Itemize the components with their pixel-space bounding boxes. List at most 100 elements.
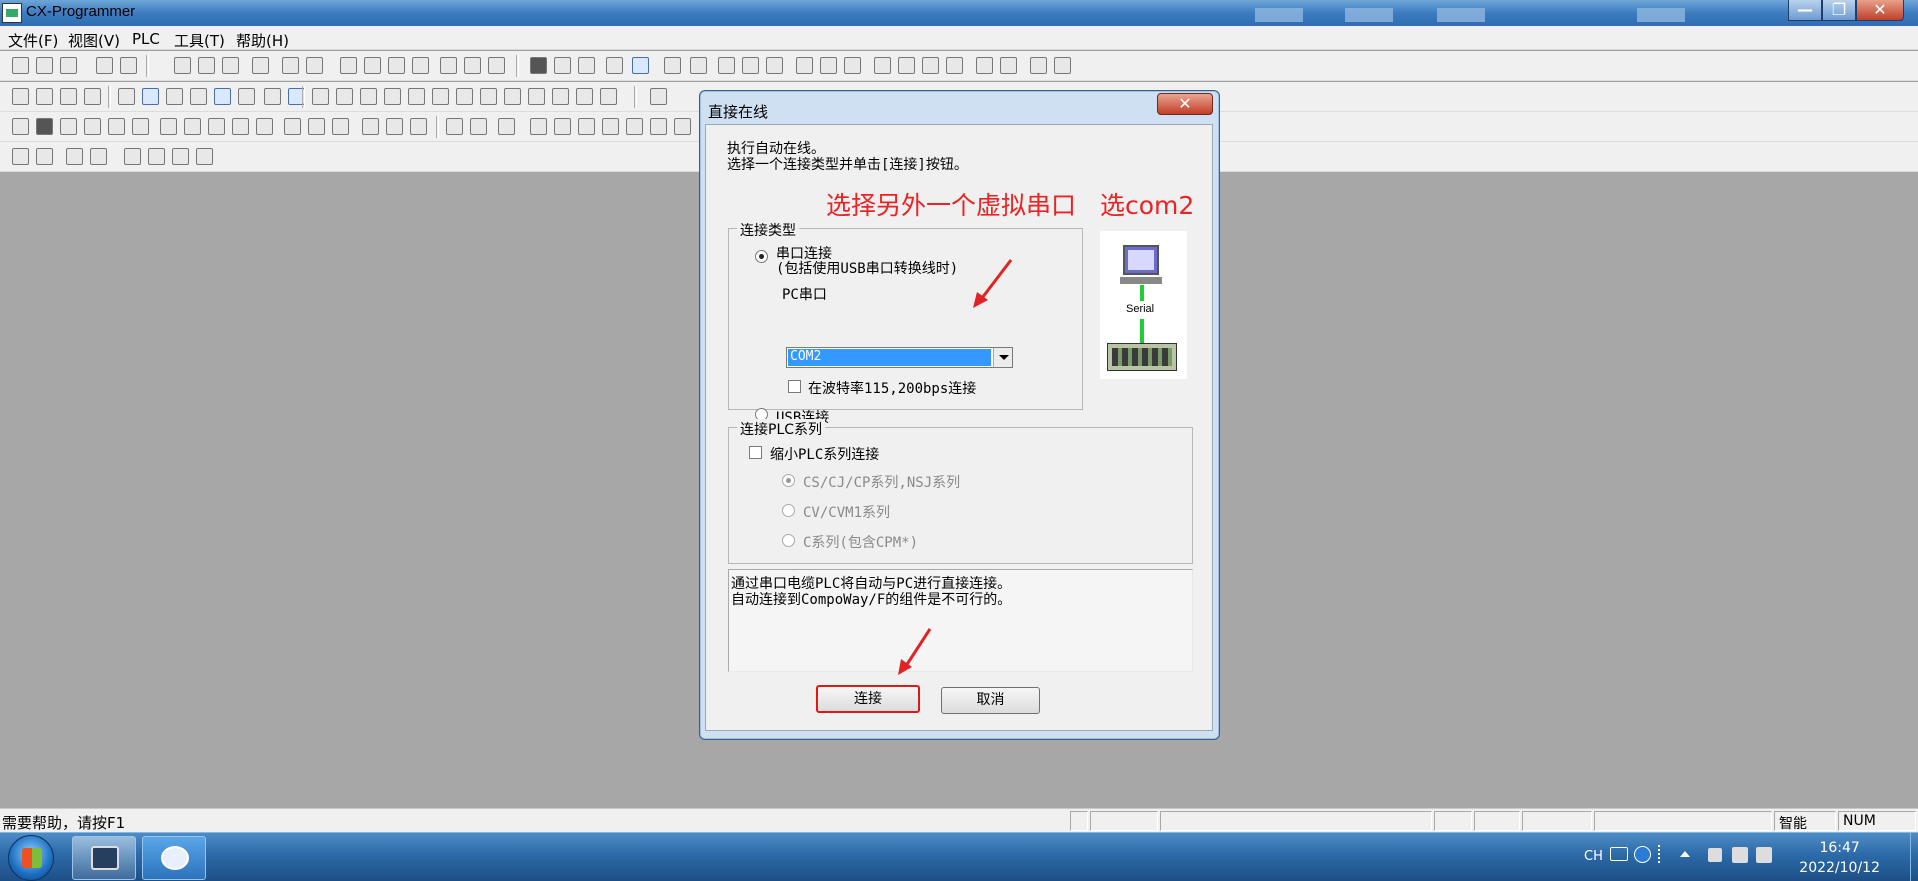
help-icon[interactable]	[464, 57, 481, 74]
transfer-icon[interactable]	[632, 57, 649, 74]
stop-icon[interactable]	[602, 118, 619, 135]
cross-ref-icon[interactable]	[388, 57, 405, 74]
pc-icon[interactable]	[552, 88, 569, 105]
mnemonic-icon[interactable]	[214, 88, 231, 105]
watch-icon[interactable]	[60, 118, 77, 135]
diagram-tool-icon[interactable]	[650, 88, 667, 105]
output-icon[interactable]	[36, 118, 53, 135]
volume-icon[interactable]	[1708, 848, 1722, 862]
edit-online-icon[interactable]	[446, 118, 463, 135]
table-icon[interactable]	[238, 88, 255, 105]
redo-icon[interactable]	[306, 57, 323, 74]
minimize-button[interactable]: —	[1788, 0, 1822, 21]
menu-plc[interactable]: PLC	[132, 30, 160, 48]
view-icon[interactable]	[184, 118, 201, 135]
series-cv-radio[interactable]	[782, 504, 795, 517]
diff-icon[interactable]	[976, 57, 993, 74]
step-icon[interactable]	[530, 118, 547, 135]
step-in-icon[interactable]	[650, 118, 667, 135]
coil-no-icon[interactable]	[480, 88, 497, 105]
comment-icon[interactable]	[66, 148, 83, 165]
upload-plc-icon[interactable]	[362, 118, 379, 135]
info-icon[interactable]	[440, 57, 457, 74]
download-plc-icon[interactable]	[386, 118, 403, 135]
delete-line-icon[interactable]	[600, 88, 617, 105]
memory-icon[interactable]	[256, 118, 273, 135]
port-select[interactable]: COM2	[786, 347, 1013, 368]
chevron-down-icon[interactable]	[993, 348, 1012, 367]
io-icon[interactable]	[898, 57, 915, 74]
bookmark-prev-icon[interactable]	[172, 148, 189, 165]
pause-icon[interactable]	[690, 57, 707, 74]
compare-plc-icon[interactable]	[410, 118, 427, 135]
address-icon[interactable]	[84, 118, 101, 135]
download-icon[interactable]	[742, 57, 759, 74]
auto-online-icon[interactable]	[554, 57, 571, 74]
route-icon[interactable]	[576, 88, 593, 105]
rung-icon[interactable]	[190, 88, 207, 105]
force-off-icon[interactable]	[820, 57, 837, 74]
taskbar-app[interactable]	[142, 836, 206, 880]
plc-icon[interactable]	[606, 57, 623, 74]
close-button[interactable]: ✕	[1856, 0, 1904, 21]
run-icon[interactable]	[664, 57, 681, 74]
or-nc-icon[interactable]	[408, 88, 425, 105]
reset-icon[interactable]	[946, 57, 963, 74]
properties-icon[interactable]	[108, 118, 125, 135]
ladder-icon[interactable]	[264, 88, 281, 105]
find-icon[interactable]	[340, 57, 357, 74]
contact-nc-icon[interactable]	[360, 88, 377, 105]
network-icon[interactable]	[1756, 847, 1772, 863]
save-icon[interactable]	[60, 57, 77, 74]
tool-a-icon[interactable]	[1030, 57, 1047, 74]
format-icon[interactable]	[308, 118, 325, 135]
bookmark-next-icon[interactable]	[148, 148, 165, 165]
show-desktop-button[interactable]	[1910, 833, 1918, 881]
zoom-in-icon[interactable]	[60, 88, 77, 105]
new-icon[interactable]	[12, 57, 29, 74]
zoom-out-icon[interactable]	[36, 88, 53, 105]
delete-icon[interactable]	[252, 57, 269, 74]
sixteen-icon[interactable]	[332, 118, 349, 135]
bookmark-clear-icon[interactable]	[196, 148, 213, 165]
coil-nc-icon[interactable]	[504, 88, 521, 105]
baud-checkbox[interactable]	[788, 380, 801, 393]
series-c-radio[interactable]	[782, 534, 795, 547]
show-hidden-icon[interactable]	[1680, 851, 1690, 857]
copy-icon[interactable]	[198, 57, 215, 74]
section-icon[interactable]	[160, 118, 177, 135]
print-icon[interactable]	[96, 57, 113, 74]
zoom-fit-icon[interactable]	[84, 88, 101, 105]
uncomment-icon[interactable]	[90, 148, 107, 165]
keyboard-icon[interactable]	[1610, 847, 1628, 861]
mem-icon[interactable]	[874, 57, 891, 74]
grid-icon[interactable]	[118, 88, 135, 105]
vertical-icon[interactable]	[432, 88, 449, 105]
force-on-icon[interactable]	[796, 57, 813, 74]
address-ref-icon[interactable]	[412, 57, 429, 74]
select-icon[interactable]	[312, 88, 329, 105]
instruction-icon[interactable]	[528, 88, 545, 105]
zoom-icon[interactable]	[12, 88, 29, 105]
clock[interactable]: 16:47 2022/10/12	[1799, 838, 1880, 878]
menu-view[interactable]: 视图(V)	[68, 30, 120, 51]
force-cancel-icon[interactable]	[844, 57, 861, 74]
monitor-icon[interactable]	[578, 57, 595, 74]
ten-icon[interactable]	[284, 118, 301, 135]
pause-sim-icon[interactable]	[626, 118, 643, 135]
cancel-edit-icon[interactable]	[498, 118, 515, 135]
paste-icon[interactable]	[222, 57, 239, 74]
upload-icon[interactable]	[766, 57, 783, 74]
step-out-icon[interactable]	[674, 118, 691, 135]
maximize-button[interactable]: ❐	[1822, 0, 1856, 21]
connect-button[interactable]: 连接	[816, 685, 920, 713]
cut-icon[interactable]	[174, 57, 191, 74]
undo-icon[interactable]	[282, 57, 299, 74]
series-cs-radio[interactable]	[782, 474, 795, 487]
menu-help[interactable]: 帮助(H)	[236, 30, 289, 51]
open-icon[interactable]	[36, 57, 53, 74]
trace-icon[interactable]	[1000, 57, 1017, 74]
io-table-icon[interactable]	[208, 118, 225, 135]
bookmark-icon[interactable]	[124, 148, 141, 165]
indent-icon[interactable]	[12, 148, 29, 165]
